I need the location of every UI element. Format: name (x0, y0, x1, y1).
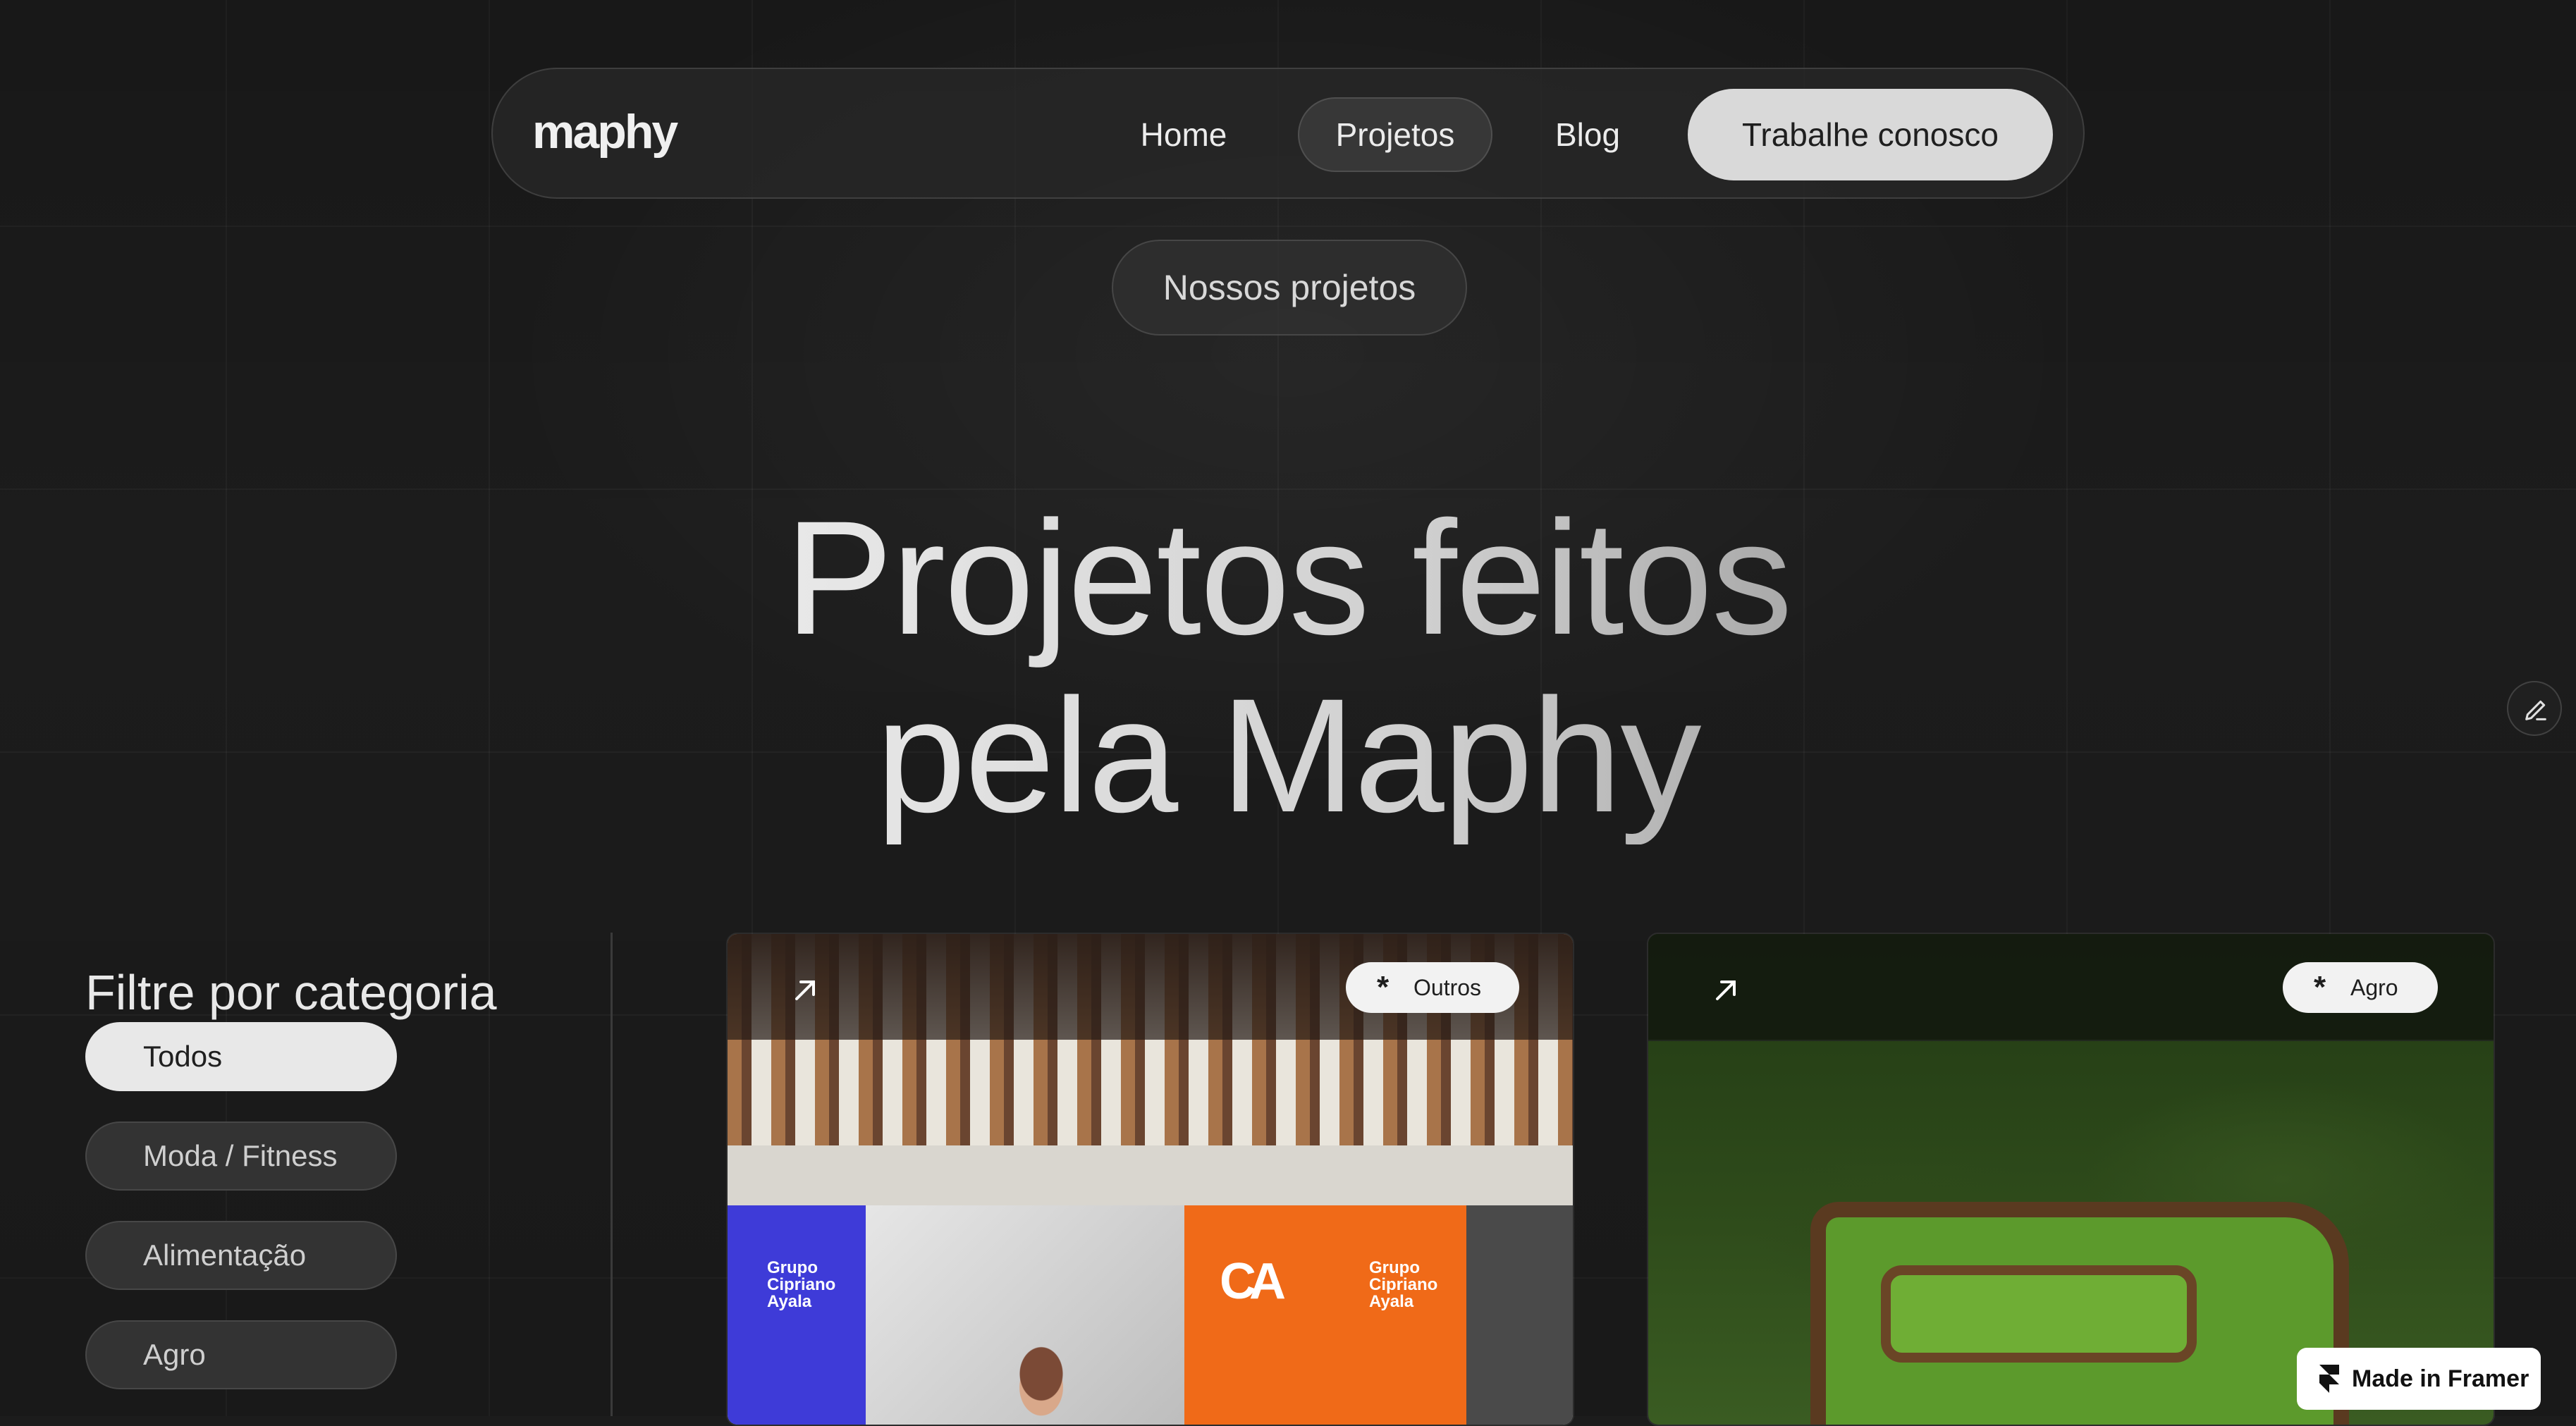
ca-logo: CA (1220, 1253, 1286, 1310)
section-eyebrow: Nossos projetos (1112, 240, 1467, 336)
arrow-up-right-icon[interactable] (1709, 973, 1743, 1007)
category-tag-label: Outros (1413, 975, 1482, 1000)
framer-logo-icon (2319, 1365, 2339, 1393)
dark-panel (1466, 1205, 1573, 1425)
card-header: * Agro (1648, 934, 2494, 1041)
project-card[interactable]: Grupo Cipriano Ayala CA Grupo Cipriano A… (726, 933, 1574, 1426)
made-in-framer-label: Made in Framer (2352, 1365, 2529, 1392)
top-navigation: maphy Home Projetos Blog Trabalhe conosc… (491, 68, 2085, 199)
blue-panel (728, 1205, 866, 1425)
brand-text-left: Grupo Cipriano Ayala (767, 1258, 836, 1311)
nav-projetos[interactable]: Projetos (1298, 97, 1492, 172)
orange-panel (1184, 1205, 1466, 1425)
category-tag-label: Agro (2350, 975, 2398, 1000)
asterisk-icon: * (2314, 970, 2326, 1004)
pencil-icon (2525, 700, 2546, 720)
asterisk-icon: * (1377, 970, 1390, 1004)
filter-agro[interactable]: Agro (85, 1320, 397, 1389)
nav-blog[interactable]: Blog (1535, 97, 1640, 172)
filter-todos[interactable]: Todos (85, 1022, 397, 1091)
hero-title-line-2: pela Maphy (876, 665, 1700, 847)
card-header: * Outros (728, 934, 1573, 1040)
field-track (1881, 1265, 2197, 1363)
person-photo (995, 1329, 1087, 1425)
nav-home[interactable]: Home (1113, 97, 1254, 172)
filter-title: Filtre por categoria (85, 965, 497, 1021)
wall (728, 1145, 1573, 1205)
filter-moda-fitness[interactable]: Moda / Fitness (85, 1121, 397, 1191)
category-tag: * Outros (1346, 962, 1519, 1013)
made-in-framer-badge[interactable]: Made in Framer (2297, 1348, 2541, 1410)
edit-button[interactable] (2507, 681, 2562, 736)
category-tag: * Agro (2283, 962, 2438, 1013)
filter-alimentacao[interactable]: Alimentação (85, 1221, 397, 1290)
brand-text-right: Grupo Cipriano Ayala (1369, 1258, 1438, 1311)
arrow-up-right-icon[interactable] (788, 973, 822, 1007)
vertical-divider (611, 933, 613, 1416)
hero-title-line-1: Projetos feitos (785, 487, 1791, 669)
trabalhe-conosco-button[interactable]: Trabalhe conosco (1688, 89, 2053, 180)
hero-title: Projetos feitos pela Maphy (634, 489, 1942, 844)
maphy-logo[interactable]: maphy (532, 104, 678, 159)
